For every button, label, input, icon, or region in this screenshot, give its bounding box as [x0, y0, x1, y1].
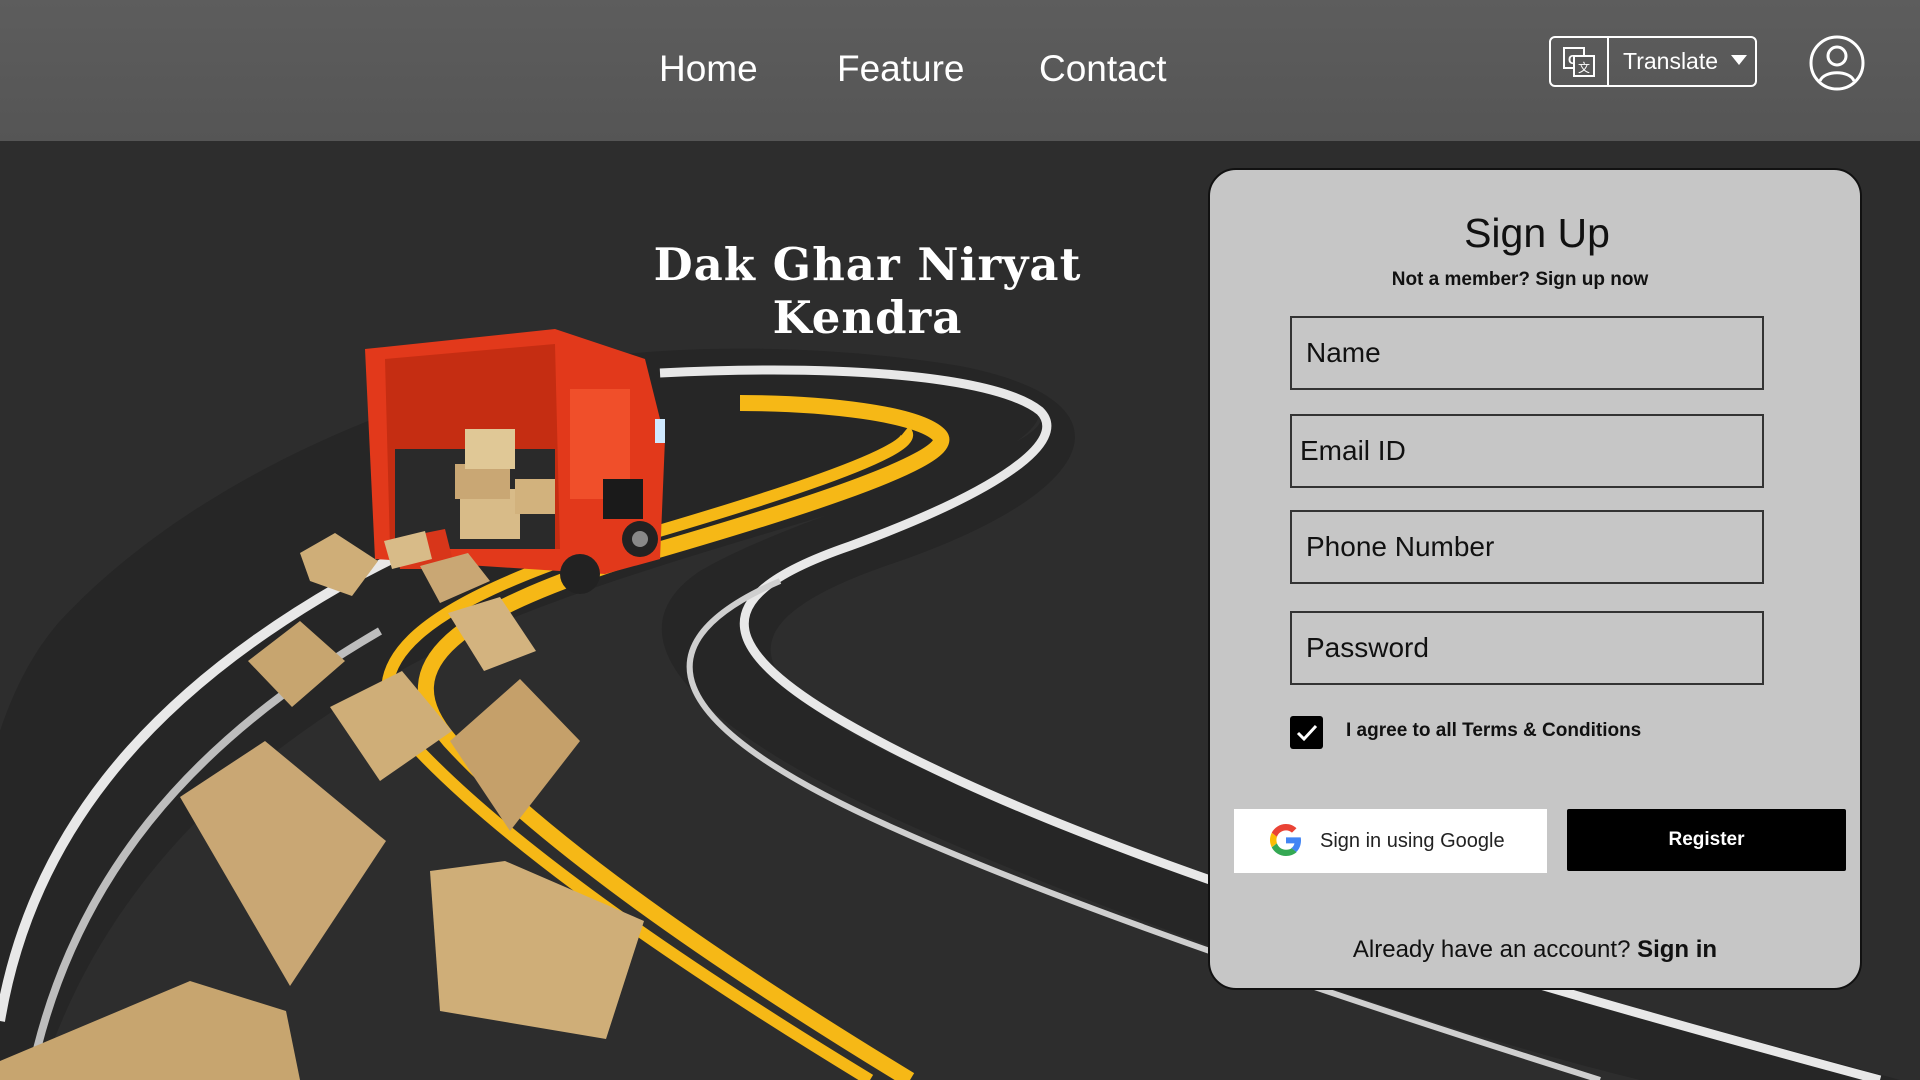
phone-input[interactable]: [1290, 510, 1764, 584]
user-circle-icon[interactable]: [1808, 34, 1866, 92]
google-signin-label: Sign in using Google: [1320, 829, 1505, 852]
google-signin-button[interactable]: Sign in using Google: [1234, 809, 1547, 873]
already-account-label: Already have an account?: [1352, 936, 1631, 963]
google-logo-icon: [1270, 823, 1302, 859]
checkmark-icon: [1296, 724, 1317, 741]
translate-label: Translate: [1623, 48, 1719, 74]
translate-dropdown[interactable]: G 文 Translate: [1549, 36, 1757, 87]
already-account-text: Already have an account? Sign in: [1210, 936, 1860, 964]
terms-label: I agree to all Terms & Conditions: [1346, 720, 1642, 741]
password-input[interactable]: [1290, 611, 1764, 685]
terms-checkbox[interactable]: [1290, 716, 1323, 749]
svg-text:文: 文: [1578, 60, 1590, 75]
name-input[interactable]: [1290, 316, 1764, 390]
page-title: Dak Ghar Niryat Kendra: [653, 238, 1082, 345]
nav-home-link[interactable]: Home: [659, 44, 758, 94]
chevron-down-icon: [1730, 53, 1748, 71]
register-button[interactable]: Register: [1567, 809, 1846, 871]
top-navbar: Home Feature Contact G 文 Translate: [0, 0, 1920, 141]
email-input[interactable]: [1290, 414, 1764, 488]
nav-feature-link[interactable]: Feature: [837, 44, 965, 94]
nav-contact-link[interactable]: Contact: [1039, 44, 1167, 94]
signup-card: Sign Up Not a member? Sign up now I agre…: [1208, 168, 1862, 990]
signin-link[interactable]: Sign in: [1637, 936, 1717, 963]
translate-icon: G 文: [1551, 38, 1609, 85]
signup-subtitle: Not a member? Sign up now: [1391, 269, 1649, 290]
signup-title: Sign Up: [1464, 210, 1610, 256]
